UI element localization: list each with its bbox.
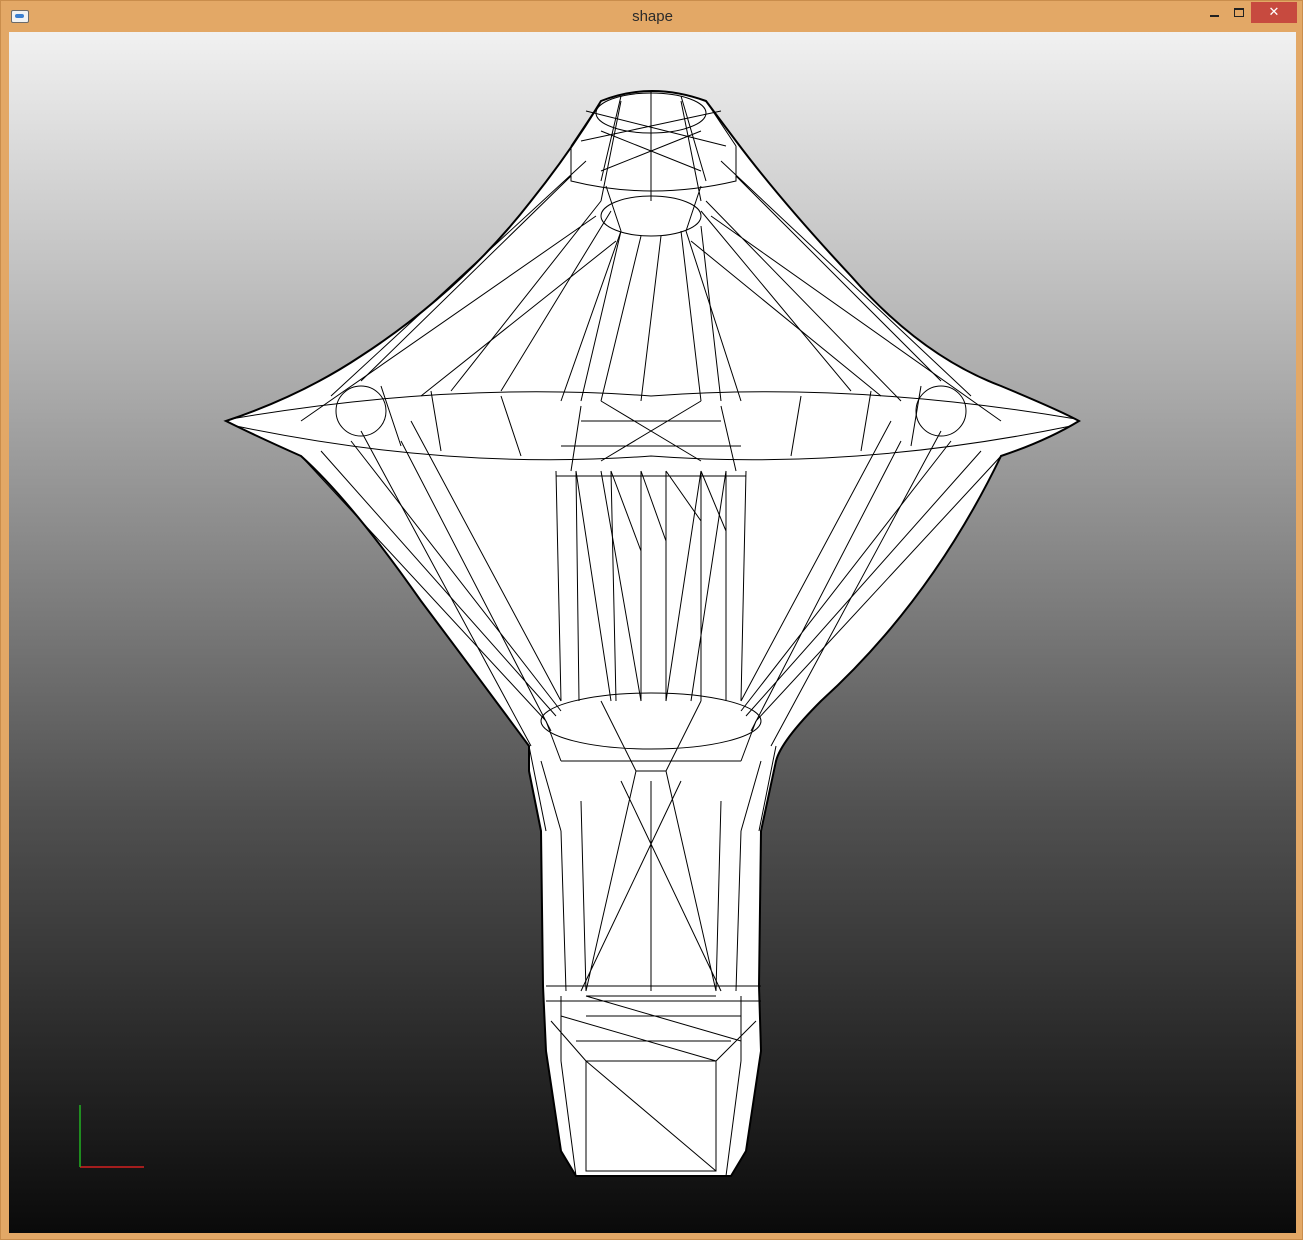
minimize-button[interactable] bbox=[1201, 2, 1227, 23]
maximize-button[interactable] bbox=[1227, 2, 1251, 23]
wireframe-mesh bbox=[79, 90, 1081, 1177]
mesh-body bbox=[223, 90, 1081, 1177]
application-window: shape ✕ bbox=[0, 0, 1303, 1240]
window-title: shape bbox=[632, 8, 673, 25]
3d-viewport[interactable] bbox=[9, 32, 1296, 1233]
close-button[interactable]: ✕ bbox=[1251, 2, 1297, 23]
title-bar[interactable]: shape ✕ bbox=[1, 1, 1303, 32]
close-icon: ✕ bbox=[1268, 5, 1280, 20]
